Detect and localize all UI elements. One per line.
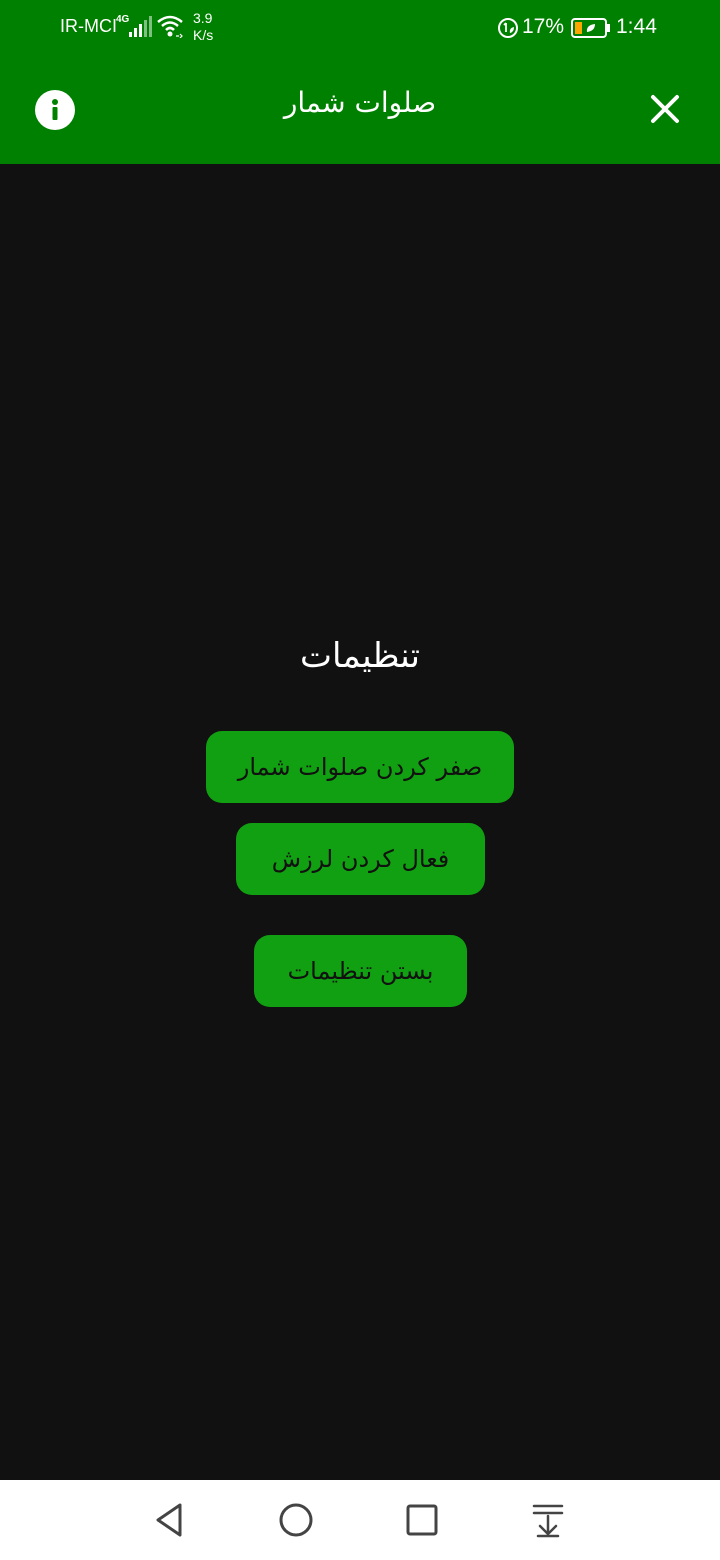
reset-counter-button[interactable]: صفر کردن صلوات شمار xyxy=(206,731,514,803)
speed-value: 3.9 xyxy=(193,10,213,26)
close-icon xyxy=(651,95,679,123)
notification-pull-icon xyxy=(532,1504,564,1538)
app-bar: صلوات شمار xyxy=(0,56,720,164)
battery-icon xyxy=(571,18,610,38)
enable-vibration-label: فعال کردن لرزش xyxy=(271,845,450,873)
back-button[interactable] xyxy=(150,1500,190,1540)
reset-counter-label: صفر کردن صلوات شمار xyxy=(237,753,483,781)
notification-pull-button[interactable] xyxy=(528,1500,568,1540)
close-settings-button[interactable]: بستن تنظیمات xyxy=(254,935,467,1007)
recents-icon xyxy=(406,1504,438,1536)
recents-button[interactable] xyxy=(402,1500,442,1540)
clock: 1:44 xyxy=(616,15,657,38)
close-button[interactable] xyxy=(645,89,685,129)
enable-vibration-button[interactable]: فعال کردن لرزش xyxy=(236,823,485,895)
signal-icon xyxy=(129,16,152,37)
speed-unit: K/s xyxy=(193,27,214,43)
home-icon xyxy=(279,1503,313,1537)
settings-title: تنظیمات xyxy=(300,636,420,676)
info-icon xyxy=(52,99,58,120)
wifi-icon xyxy=(157,15,183,38)
navigation-bar xyxy=(0,1480,720,1560)
back-icon xyxy=(156,1503,182,1537)
app-title: صلوات شمار xyxy=(283,86,437,119)
battery-percent: 17% xyxy=(522,15,565,38)
info-button[interactable] xyxy=(35,90,75,130)
carrier-name: IR-MCI xyxy=(60,16,117,36)
close-settings-label: بستن تنظیمات xyxy=(287,957,434,985)
power-saving-icon xyxy=(498,18,518,38)
home-button[interactable] xyxy=(276,1500,316,1540)
screen: IR-MCI 4G 3.9 K/s 17% 1:44 صلوات شمار تن… xyxy=(0,0,720,1560)
network-speed: 3.9 K/s xyxy=(193,10,213,44)
status-bar: IR-MCI 4G 3.9 K/s 17% 1:44 xyxy=(0,0,720,56)
